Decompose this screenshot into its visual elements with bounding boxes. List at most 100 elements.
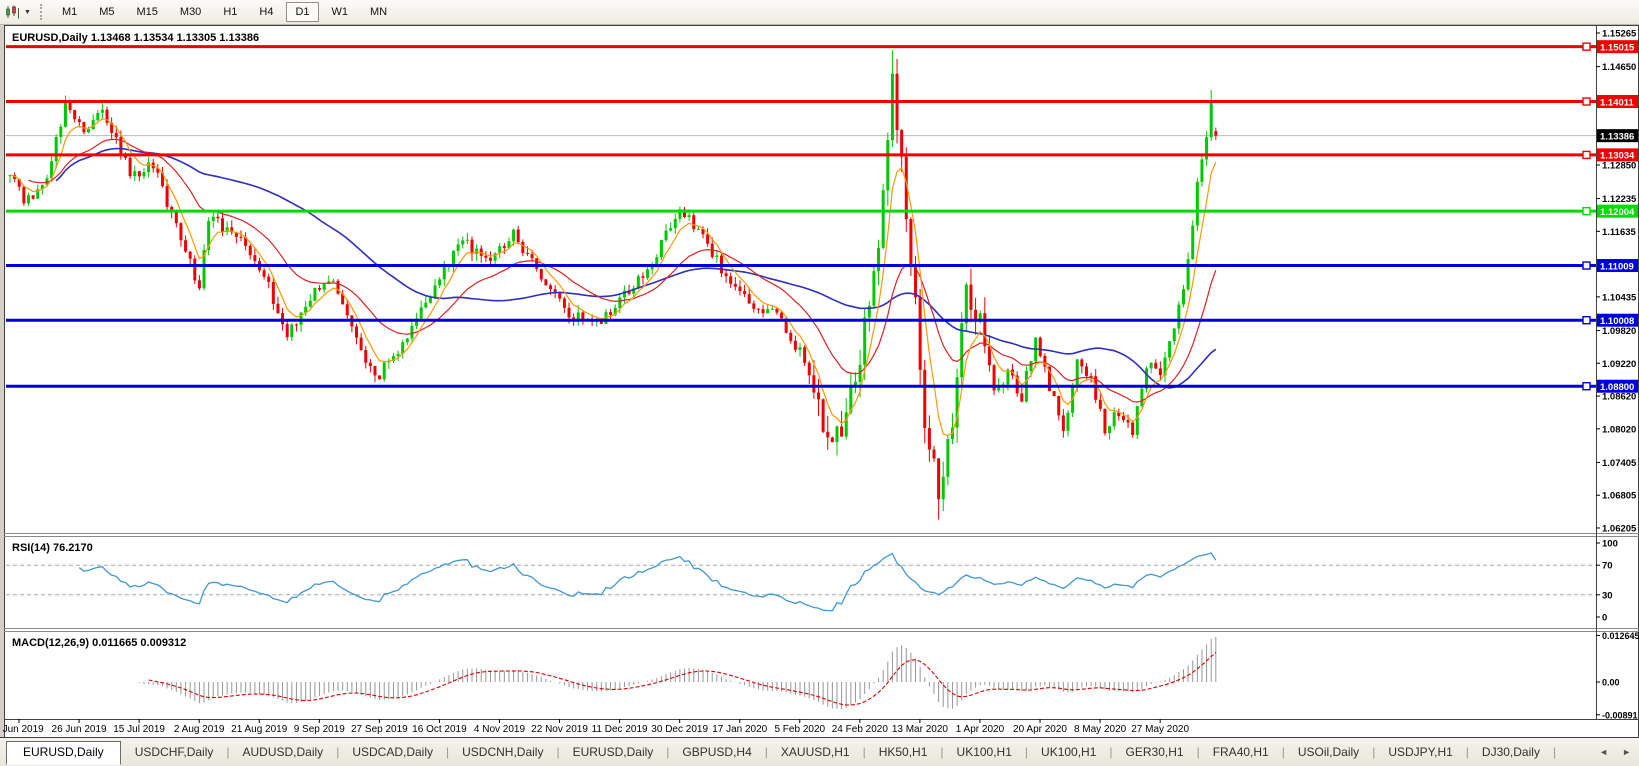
hline-drag-handle[interactable] [1583, 383, 1590, 390]
tab-separator: | [1372, 745, 1375, 759]
price-line-tag-1.08800[interactable]: 1.08800 [1597, 380, 1638, 393]
rsi-axis-tick: 100 [1602, 539, 1618, 550]
chart-canvas[interactable]: 1.152651.146501.128501.122351.116351.104… [0, 0, 1639, 766]
timeframe-button-H4[interactable]: H4 [250, 2, 282, 22]
timeframe-button-MN[interactable]: MN [361, 2, 396, 22]
date-axis-tick: 9 Sep 2019 [294, 724, 346, 735]
hline-drag-handle[interactable] [1583, 317, 1590, 324]
chart-tab-USDCNH-Daily[interactable]: USDCNH,Daily [450, 741, 555, 764]
date-axis-tick: 4 Nov 2019 [474, 724, 526, 735]
price-line-tag-1.12004[interactable]: 1.12004 [1597, 205, 1638, 218]
hline-drag-handle[interactable] [1583, 98, 1590, 105]
tab-separator: | [1109, 745, 1112, 759]
price-axis-tick: 1.09220 [1602, 359, 1636, 370]
price-axis-tick: 1.06205 [1602, 524, 1637, 535]
chart-tab-USOil-Daily[interactable]: USOil,Daily [1286, 741, 1371, 764]
price-line-tag-1.15015[interactable]: 1.15015 [1597, 40, 1638, 53]
price-axis-tick: 1.06805 [1602, 491, 1637, 502]
timeframe-buttons: M1M5M15M30H1H4D1W1MN [51, 1, 398, 23]
chart-tab-UK100-H1[interactable]: UK100,H1 [1029, 741, 1108, 764]
chart-tab-UK100-H1[interactable]: UK100,H1 [945, 741, 1024, 764]
tab-separator: | [666, 745, 669, 759]
tab-separator: | [556, 745, 559, 759]
date-axis-tick: 27 Sep 2019 [351, 724, 408, 735]
hline-drag-handle[interactable] [1583, 43, 1590, 50]
chart-tab-USDJPY-H1[interactable]: USDJPY,H1 [1376, 741, 1464, 764]
date-axis-tick: 20 Apr 2020 [1013, 724, 1067, 735]
tab-scroll-controls: ◄ ► [1599, 738, 1631, 766]
chart-tab-HK50-H1[interactable]: HK50,H1 [867, 741, 940, 764]
tab-scroll-left-icon[interactable]: ◄ [1599, 747, 1608, 757]
symbol-tabs: EURUSD,DailyUSDCHF,Daily|AUDUSD,Daily|US… [0, 740, 1557, 765]
price-axis-tick: 1.08620 [1602, 392, 1636, 403]
macd-axis-tick: -0.00891 [1602, 710, 1638, 720]
tab-separator: | [226, 745, 229, 759]
date-axis-tick: 16 Oct 2019 [412, 724, 467, 735]
svg-text:1.08800: 1.08800 [1600, 382, 1634, 393]
tab-separator: | [1197, 745, 1200, 759]
date-axis-tick: 27 May 2020 [1131, 724, 1189, 735]
tab-separator: | [1553, 745, 1556, 759]
timeframe-button-M1[interactable]: M1 [53, 2, 86, 22]
date-axis-tick: 22 Nov 2019 [531, 724, 588, 735]
chart-tab-GBPUSD-H4[interactable]: GBPUSD,H4 [670, 741, 763, 764]
chart-tab-USDCHF-Daily[interactable]: USDCHF,Daily [123, 741, 226, 764]
timeframe-button-M30[interactable]: M30 [171, 2, 210, 22]
chart-tab-FRA40-H1[interactable]: FRA40,H1 [1201, 741, 1281, 764]
hline-drag-handle[interactable] [1583, 262, 1590, 269]
chart-type-button[interactable]: ▼ [0, 2, 36, 22]
chart-tab-EURUSD-Daily[interactable]: EURUSD,Daily [561, 741, 666, 764]
date-axis-tick: 15 Jul 2019 [113, 724, 165, 735]
timeframe-button-M5[interactable]: M5 [90, 2, 123, 22]
chart-tab-XAUUSD-H1[interactable]: XAUUSD,H1 [769, 741, 862, 764]
rsi-label: RSI(14) 76.2170 [12, 542, 93, 554]
timeframe-button-H1[interactable]: H1 [214, 2, 246, 22]
hline-drag-handle[interactable] [1583, 208, 1590, 215]
chart-tab-GER30-H1[interactable]: GER30,H1 [1114, 741, 1196, 764]
price-line-tag-1.11009[interactable]: 1.11009 [1597, 259, 1638, 272]
svg-text:1.13034: 1.13034 [1600, 151, 1635, 162]
candlestick-chart-icon [5, 5, 21, 19]
tab-separator: | [765, 745, 768, 759]
chart-tab-EURUSD-Daily[interactable]: EURUSD,Daily [6, 741, 121, 765]
svg-text:1.15015: 1.15015 [1600, 42, 1635, 53]
toolbar-grip-handle[interactable] [40, 4, 45, 20]
chart-tab-AUDUSD-Daily[interactable]: AUDUSD,Daily [231, 741, 336, 764]
date-axis-tick: 26 Jun 2019 [52, 724, 107, 735]
tab-scroll-right-icon[interactable]: ► [1622, 747, 1631, 757]
tab-separator: | [1466, 745, 1469, 759]
rsi-axis-tick: 0 [1602, 613, 1607, 624]
symbol-tab-bar: EURUSD,DailyUSDCHF,Daily|AUDUSD,Daily|US… [0, 738, 1639, 766]
timeframe-toolbar: ▼ M1M5M15M30H1H4D1W1MN [0, 0, 1639, 25]
date-axis-tick: 21 Aug 2019 [231, 724, 288, 735]
chart-title-ohlc: EURUSD,Daily 1.13468 1.13534 1.13305 1.1… [12, 32, 259, 44]
price-line-tag-1.10008[interactable]: 1.10008 [1597, 314, 1638, 327]
macd-axis-tick: 0.012645 [1602, 631, 1639, 641]
date-axis-tick: 11 Dec 2019 [592, 724, 648, 735]
date-axis-tick: 7 Jun 2019 [0, 724, 44, 735]
hline-drag-handle[interactable] [1583, 151, 1590, 158]
chart-tab-DJ30-Daily[interactable]: DJ30,Daily [1470, 741, 1552, 764]
price-axis-tick: 1.12850 [1602, 160, 1636, 171]
date-axis-tick: 24 Feb 2020 [832, 724, 889, 735]
macd-label: MACD(12,26,9) 0.011665 0.009312 [12, 637, 186, 649]
chart-tab-USDCAD-Daily[interactable]: USDCAD,Daily [340, 741, 445, 764]
svg-text:1.10008: 1.10008 [1600, 316, 1634, 327]
timeframe-button-D1[interactable]: D1 [286, 2, 318, 22]
date-axis-tick: 5 Feb 2020 [774, 724, 825, 735]
timeframe-button-M15[interactable]: M15 [128, 2, 167, 22]
current-price-tag: 1.13386 [1597, 129, 1638, 142]
price-line-tag-1.14011[interactable]: 1.14011 [1597, 95, 1638, 108]
price-axis-tick: 1.10435 [1602, 292, 1637, 303]
svg-text:1.13386: 1.13386 [1600, 131, 1634, 142]
svg-text:1.11009: 1.11009 [1600, 261, 1634, 272]
rsi-axis-tick: 30 [1602, 590, 1613, 601]
rsi-axis-tick: 70 [1602, 561, 1613, 572]
price-line-tag-1.13034[interactable]: 1.13034 [1597, 148, 1638, 161]
date-axis-tick: 30 Dec 2019 [651, 724, 708, 735]
tab-separator: | [1025, 745, 1028, 759]
macd-axis-tick: 0.00 [1602, 678, 1620, 688]
timeframe-button-W1[interactable]: W1 [323, 2, 358, 22]
price-axis-tick: 1.07405 [1602, 458, 1637, 469]
chart-window: ▼ M1M5M15M30H1H4D1W1MN 1.152651.146501.1… [0, 0, 1639, 766]
